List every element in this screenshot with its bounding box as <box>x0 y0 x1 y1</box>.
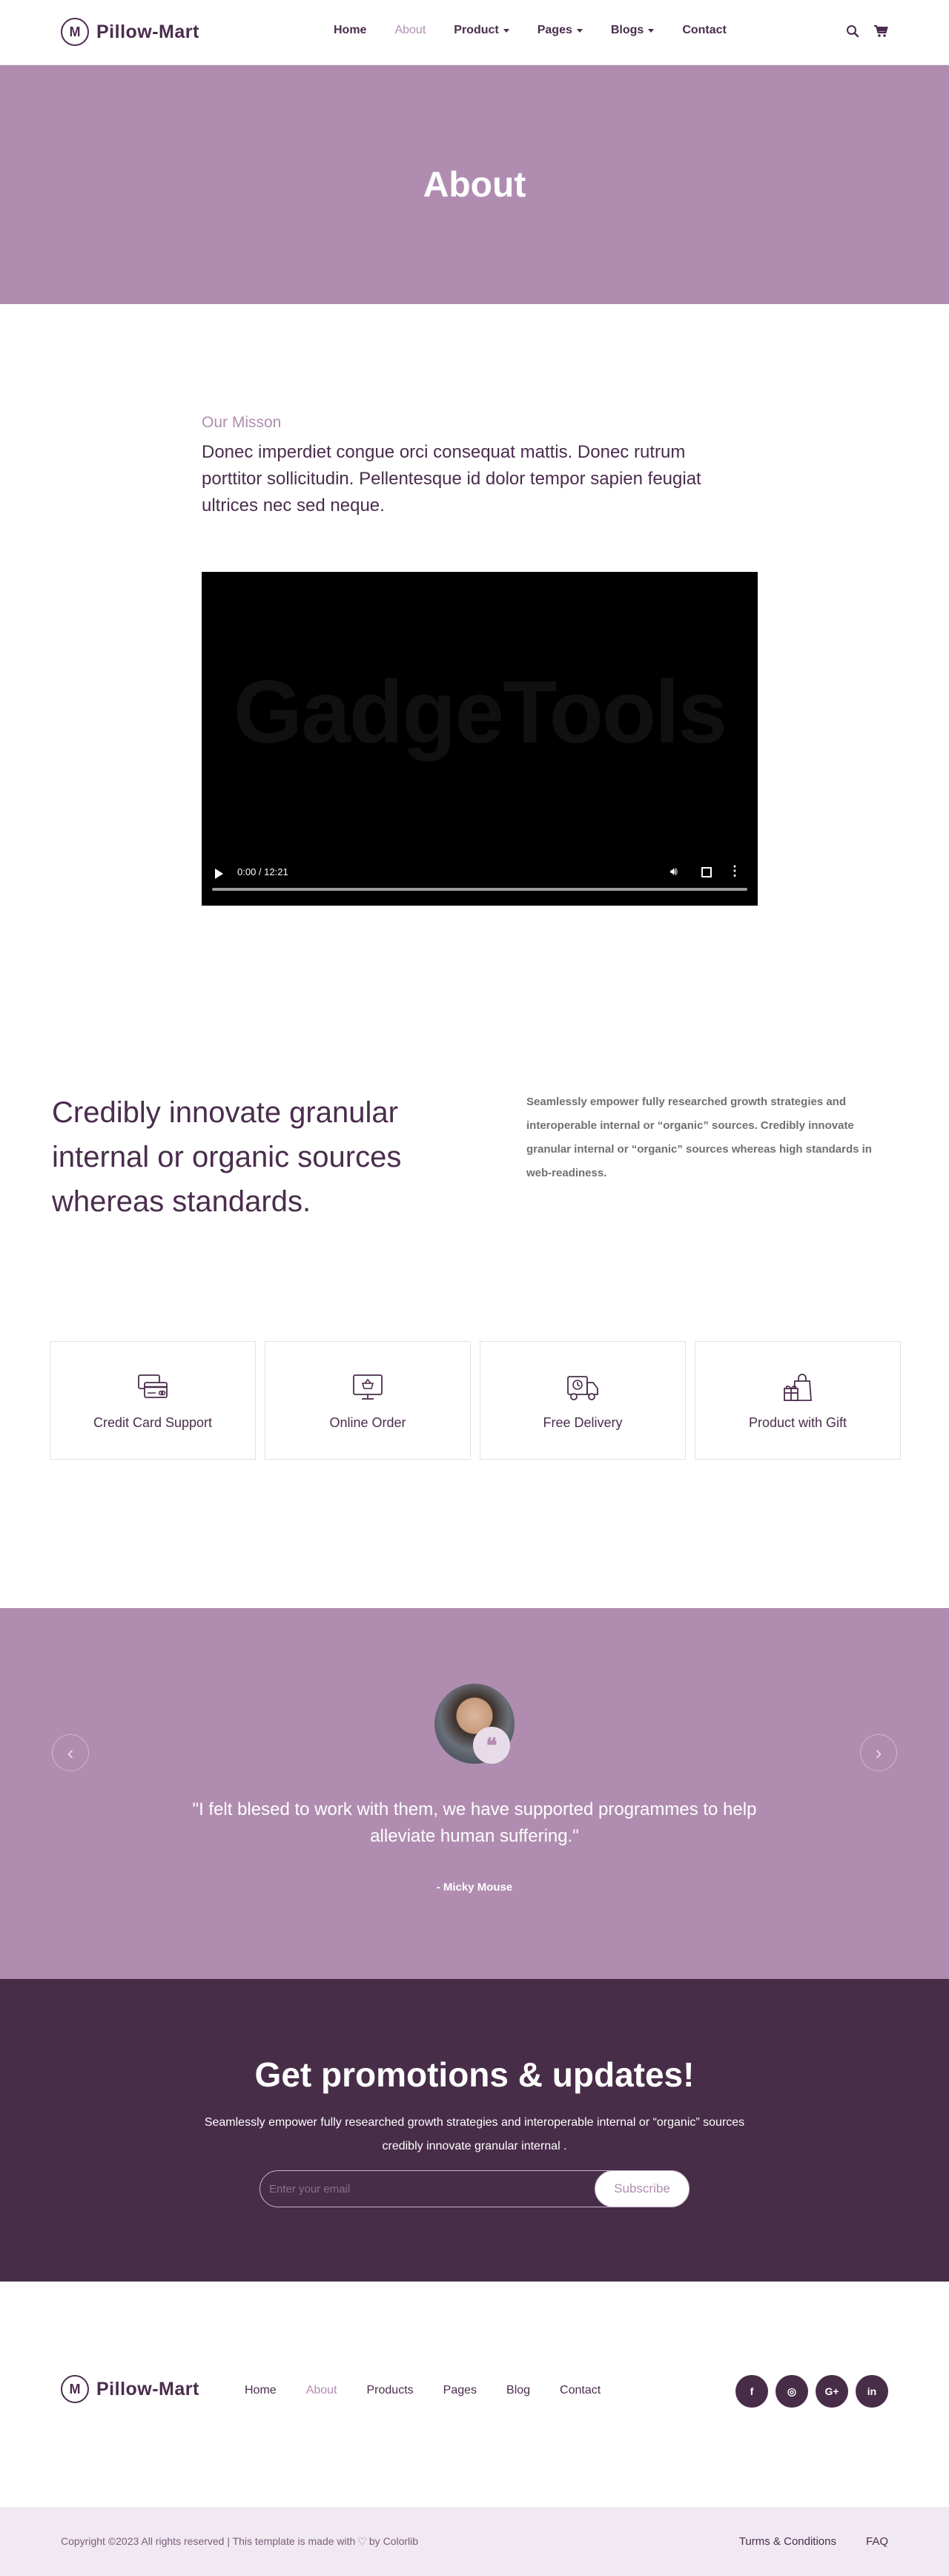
feature-label: Product with Gift <box>748 1414 847 1430</box>
fullscreen-icon[interactable] <box>701 867 712 877</box>
footer-nav-about[interactable]: About <box>306 2384 337 2397</box>
prev-arrow-icon[interactable]: ‹ <box>52 1734 89 1771</box>
feature-card: Online Order <box>265 1341 471 1460</box>
newsletter-section: Get promotions & updates! Seamlessly emp… <box>0 1979 949 2282</box>
online-order-icon <box>353 1374 383 1400</box>
intro-heading: Credibly innovate granular internal or o… <box>52 1096 402 1218</box>
site-header: M Pillow-Mart Home About Product Pages B… <box>0 0 949 65</box>
page-title: About <box>423 165 526 205</box>
nav-home[interactable]: Home <box>334 24 366 37</box>
next-arrow-icon[interactable]: › <box>860 1734 897 1771</box>
footer-bottom-bar: Copyright ©2023 All rights reserved | Th… <box>0 2507 949 2576</box>
more-options-icon[interactable]: ⋮ <box>728 864 741 877</box>
heart-icon: ♡ <box>357 2535 367 2547</box>
brand-name: Pillow-Mart <box>96 2378 199 2399</box>
video-frame-text: GadgeTools <box>233 662 728 762</box>
brand-logo[interactable]: M Pillow-Mart <box>61 18 199 46</box>
feature-label: Free Delivery <box>543 1414 623 1430</box>
testimonial-quote: "I felt blesed to work with them, we hav… <box>192 1799 757 1846</box>
nav-pages[interactable]: Pages <box>538 24 583 37</box>
chevron-down-icon <box>503 28 509 33</box>
quote-icon: ❝ <box>473 1727 510 1764</box>
logo-icon: M <box>61 2375 89 2403</box>
feature-label: Online Order <box>329 1414 406 1430</box>
feature-card: Product with Gift <box>695 1341 901 1460</box>
footer-nav: Home About Products Pages Blog Contact <box>245 2384 630 2397</box>
social-links: f ◎ G+ in <box>735 2375 888 2408</box>
search-icon[interactable] <box>845 24 860 39</box>
nav-about[interactable]: About <box>394 24 426 37</box>
legal-links: Turms & Conditions FAQ <box>739 2535 888 2548</box>
linkedin-icon[interactable]: in <box>856 2375 888 2408</box>
footer-nav-blog[interactable]: Blog <box>506 2384 530 2397</box>
feature-card: Free Delivery <box>480 1341 686 1460</box>
testimonial-author: - Micky Mouse <box>436 1881 513 1894</box>
nav-product[interactable]: Product <box>454 24 509 37</box>
brand-name: Pillow-Mart <box>96 21 199 42</box>
newsletter-form: Subscribe <box>259 2170 690 2207</box>
google-plus-icon[interactable]: G+ <box>816 2375 848 2408</box>
newsletter-title: Get promotions & updates! <box>254 2055 695 2094</box>
video-player[interactable]: GadgeTools 0:00 / 12:21 🔊︎ ⋮ <box>202 572 758 906</box>
credit-card-icon <box>138 1374 168 1398</box>
main-nav: Home About Product Pages Blogs Contact <box>334 24 755 37</box>
video-progress-bar[interactable] <box>212 888 747 891</box>
mission-text: Donec imperdiet congue orci consequat ma… <box>202 442 701 515</box>
video-controls: 0:00 / 12:21 🔊︎ ⋮ <box>202 854 758 906</box>
colorlib-link[interactable]: by Colorlib <box>369 2535 418 2547</box>
gift-bag-icon <box>784 1373 812 1401</box>
play-icon[interactable] <box>215 869 223 879</box>
feature-card: Credit Card Support <box>50 1341 256 1460</box>
footer-logo[interactable]: M Pillow-Mart <box>61 2375 199 2403</box>
feature-label: Credit Card Support <box>93 1414 213 1430</box>
intro-heading-block: Credibly innovate granular internal or o… <box>52 1090 467 1224</box>
cart-icon[interactable] <box>873 24 888 39</box>
subscribe-button[interactable]: Subscribe <box>595 2170 690 2207</box>
volume-icon[interactable]: 🔊︎ <box>670 866 678 879</box>
footer-nav-contact[interactable]: Contact <box>560 2384 601 2397</box>
nav-contact[interactable]: Contact <box>682 24 727 37</box>
mission-label: Our Misson <box>202 414 282 431</box>
mission-section: Our Misson Donec imperdiet congue orci c… <box>202 414 735 519</box>
chevron-down-icon <box>648 28 655 33</box>
site-footer: M Pillow-Mart Home About Products Pages … <box>0 2282 949 2507</box>
footer-nav-products[interactable]: Products <box>367 2384 414 2397</box>
terms-link[interactable]: Turms & Conditions <box>739 2535 836 2548</box>
intro-text: Seamlessly empower fully researched grow… <box>526 1096 872 1179</box>
nav-blogs[interactable]: Blogs <box>611 24 655 37</box>
email-input[interactable] <box>260 2171 594 2207</box>
footer-nav-home[interactable]: Home <box>245 2384 277 2397</box>
logo-icon: M <box>61 18 89 46</box>
footer-nav-pages[interactable]: Pages <box>443 2384 477 2397</box>
facebook-icon[interactable]: f <box>735 2375 768 2408</box>
delivery-truck-icon <box>567 1375 598 1400</box>
copyright-text: Copyright ©2023 All rights reserved | Th… <box>61 2535 419 2547</box>
header-icons <box>845 24 888 39</box>
newsletter-text: Seamlessly empower fully researched grow… <box>204 2116 745 2152</box>
chevron-down-icon <box>576 28 583 33</box>
faq-link[interactable]: FAQ <box>866 2535 888 2548</box>
video-time: 0:00 / 12:21 <box>237 866 288 877</box>
instagram-icon[interactable]: ◎ <box>776 2375 808 2408</box>
features-row: Credit Card Support Online Order Free De… <box>50 1341 901 1460</box>
page-banner: About <box>0 65 949 304</box>
testimonial-section: ‹ › ❝ "I felt blesed to work with them, … <box>0 1608 949 1979</box>
